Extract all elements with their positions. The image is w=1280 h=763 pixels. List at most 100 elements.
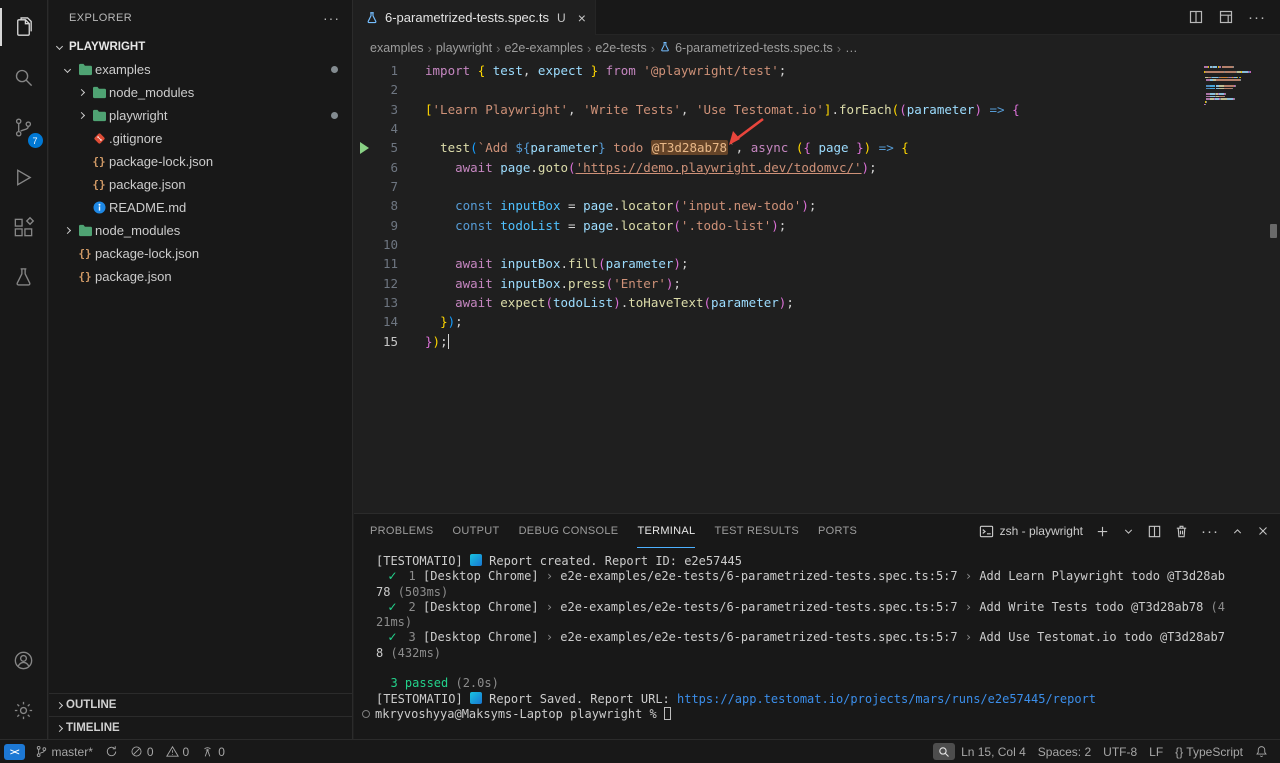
code-line[interactable]: const inputBox = page.locator('input.new…	[425, 196, 1210, 215]
minimap[interactable]	[1204, 66, 1266, 106]
tree-item-label: examples	[95, 62, 151, 77]
trash-icon[interactable]	[1174, 524, 1189, 539]
chevron-right-icon	[56, 701, 63, 708]
panel-tab-debug-console[interactable]: DEBUG CONSOLE	[519, 514, 619, 548]
activitybar-accounts[interactable]	[0, 635, 48, 685]
notifications-bell[interactable]	[1249, 740, 1274, 763]
tree-item-playwright[interactable]: playwright	[49, 104, 352, 127]
terminal-link[interactable]: https://app.testomat.io/projects/mars/ru…	[677, 692, 1096, 706]
sync-button[interactable]	[99, 740, 124, 763]
breadcrumb-item[interactable]: 6-parametrized-tests.spec.ts	[659, 41, 833, 56]
status-label: Spaces: 2	[1038, 745, 1091, 759]
code-line[interactable]: });	[425, 332, 1210, 351]
code-line[interactable]: import { test, expect } from '@playwrigh…	[425, 61, 1210, 80]
activitybar-explorer[interactable]	[0, 2, 48, 52]
breadcrumb-item[interactable]: e2e-examples	[504, 41, 583, 55]
tree-item-.gitignore[interactable]: .gitignore	[49, 127, 352, 150]
tree-item-label: README.md	[109, 200, 186, 215]
panel-tab-problems[interactable]: PROBLEMS	[370, 514, 434, 548]
code-line[interactable]: await inputBox.fill(parameter);	[425, 254, 1210, 273]
cursor-position[interactable]: Ln 15, Col 4	[955, 740, 1032, 763]
zoom-indicator[interactable]	[933, 743, 955, 760]
tabs-bar: 6-parametrized-tests.spec.ts U × ···	[354, 0, 1280, 35]
section-playwright[interactable]: PLAYWRIGHT	[49, 35, 352, 58]
terminal-line: ✓ 3 [Desktop Chrome] › e2e-examples/e2e-…	[376, 630, 1280, 645]
code-line[interactable]	[425, 80, 1210, 99]
tree-item-examples[interactable]: examples	[49, 58, 352, 81]
activitybar-run-debug[interactable]	[0, 152, 48, 202]
activitybar-search[interactable]	[0, 52, 48, 102]
activitybar-source-control[interactable]: 7	[0, 102, 48, 152]
tree-item-label: .gitignore	[109, 131, 162, 146]
panel-tab-ports[interactable]: PORTS	[818, 514, 857, 548]
panel-tab-test-results[interactable]: TEST RESULTS	[714, 514, 799, 548]
terminal-line: 8 (432ms)	[376, 646, 1280, 661]
code-line[interactable]: await expect(todoList).toHaveText(parame…	[425, 293, 1210, 312]
errors-count[interactable]: 0	[124, 740, 160, 763]
line-number: 2	[354, 80, 398, 99]
panel-tab-terminal[interactable]: TERMINAL	[637, 514, 695, 548]
terminal-selector[interactable]: zsh - playwright	[979, 524, 1083, 539]
tree-item-package.json[interactable]: {}package.json	[49, 265, 352, 288]
split-terminal-icon[interactable]	[1147, 524, 1162, 539]
language-mode[interactable]: {} TypeScript	[1169, 740, 1249, 763]
branch-item[interactable]: master*	[29, 740, 99, 763]
warnings-count[interactable]: 0	[160, 740, 196, 763]
encoding[interactable]: UTF-8	[1097, 740, 1143, 763]
split-editor-icon[interactable]	[1188, 9, 1204, 25]
code-line[interactable]: const todoList = page.locator('.todo-lis…	[425, 216, 1210, 235]
activitybar-extensions[interactable]	[0, 202, 48, 252]
tree-item-package.json[interactable]: {}package.json	[49, 173, 352, 196]
close-icon[interactable]: ×	[578, 11, 586, 25]
sidebar-more-actions-icon[interactable]: ···	[323, 10, 340, 26]
tree-item-README.md[interactable]: README.md	[49, 196, 352, 219]
activitybar-testing[interactable]	[0, 252, 48, 302]
breadcrumb-item[interactable]: e2e-tests	[595, 41, 646, 55]
tree-item-package-lock.json[interactable]: {}package-lock.json	[49, 242, 352, 265]
activitybar-settings[interactable]	[0, 685, 48, 735]
breadcrumb-item[interactable]: playwright	[436, 41, 492, 55]
eol[interactable]: LF	[1143, 740, 1169, 763]
tab-6-parametrized-tests[interactable]: 6-parametrized-tests.spec.ts U ×	[354, 0, 596, 35]
code-line[interactable]	[425, 177, 1210, 196]
terminal-output[interactable]: [TESTOMATIO] Report created. Report ID: …	[354, 548, 1280, 739]
scm-badge: 7	[28, 133, 43, 148]
code-line[interactable]	[425, 235, 1210, 254]
code-line[interactable]: await page.goto('https://demo.playwright…	[425, 158, 1210, 177]
breadcrumb-separator: ›	[428, 41, 432, 56]
section-outline[interactable]: OUTLINE	[49, 693, 352, 716]
code-line[interactable]: test(`Add ${parameter} todo @T3d28ab78`,…	[425, 138, 1210, 157]
chevron-up-icon[interactable]	[1231, 525, 1244, 538]
chevron-down-icon[interactable]	[1122, 525, 1135, 538]
run-test-icon[interactable]	[360, 142, 369, 154]
tree-item-node_modules[interactable]: node_modules	[49, 81, 352, 104]
section-timeline[interactable]: TIMELINE	[49, 716, 352, 739]
tree-item-package-lock.json[interactable]: {}package-lock.json	[49, 150, 352, 173]
panel-tab-output[interactable]: OUTPUT	[453, 514, 500, 548]
line-number: 15	[354, 332, 398, 351]
breadcrumb-item[interactable]: …	[845, 41, 858, 55]
close-panel-icon[interactable]	[1256, 524, 1270, 538]
code-line[interactable]: await inputBox.press('Enter');	[425, 274, 1210, 293]
ports-count[interactable]: 0	[195, 740, 231, 763]
remote-indicator[interactable]: ><	[4, 744, 25, 760]
panel-more-actions-icon[interactable]: ···	[1201, 523, 1219, 540]
indentation[interactable]: Spaces: 2	[1032, 740, 1097, 763]
branch-icon	[35, 745, 48, 758]
section-title: PLAYWRIGHT	[69, 41, 145, 53]
new-terminal-icon[interactable]	[1095, 524, 1110, 539]
test-id-highlight: @T3d28ab78	[651, 140, 728, 155]
code-line[interactable]: ['Learn Playwright', 'Write Tests', 'Use…	[425, 100, 1210, 119]
code-line[interactable]	[425, 119, 1210, 138]
code-line[interactable]: });	[425, 312, 1210, 331]
status-label: Ln 15, Col 4	[961, 745, 1026, 759]
layout-icon[interactable]	[1218, 9, 1234, 25]
line-number: 6	[354, 158, 398, 177]
tree-item-node_modules[interactable]: node_modules	[49, 219, 352, 242]
breadcrumb-item[interactable]: examples	[370, 41, 424, 55]
modified-indicator	[331, 66, 338, 73]
line-number: 14	[354, 312, 398, 331]
tree-item-label: package-lock.json	[95, 246, 199, 261]
code-editor[interactable]: 123456789101112131415 import { test, exp…	[354, 61, 1280, 513]
more-actions-icon[interactable]: ···	[1248, 9, 1266, 26]
